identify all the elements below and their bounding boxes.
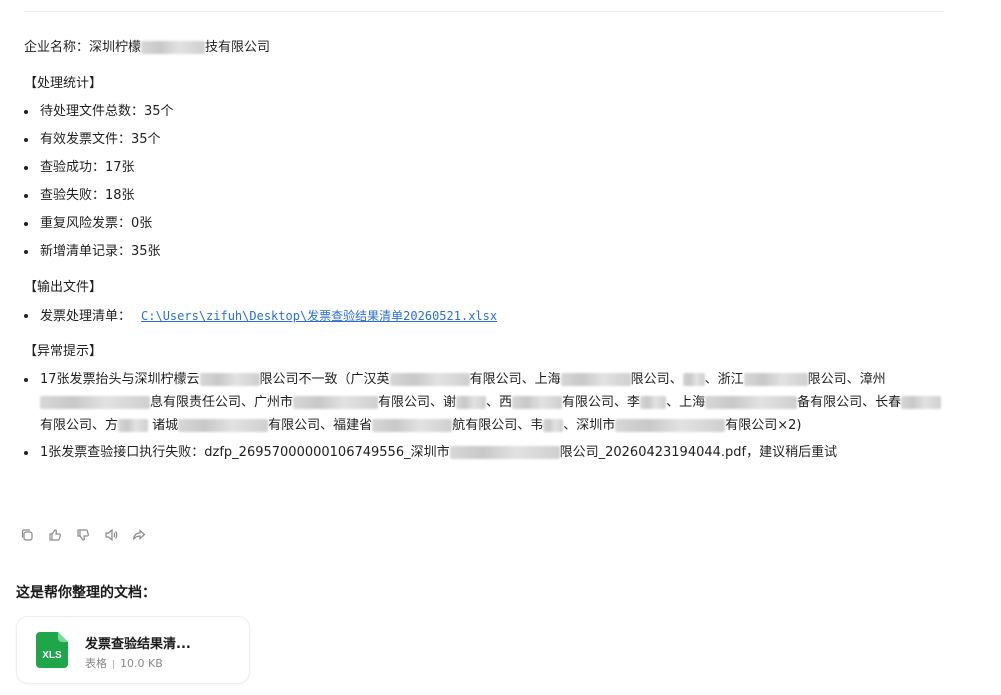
redacted-text [449, 446, 560, 459]
xls-file-icon: XLS [36, 632, 68, 668]
redacted-text [372, 419, 453, 432]
stat-item: 有效发票文件：35个 [24, 126, 954, 154]
redacted-text [682, 373, 705, 386]
file-name: 发票查验结果清... [85, 637, 191, 652]
stat-item: 待处理文件总数：35个 [24, 98, 954, 126]
meta-separator [113, 659, 114, 669]
file-size: 10.0 KB [120, 657, 163, 670]
assistant-message: 企业名称：深圳柠檬 技有限公司 【处理统计】 待处理文件总数：35个 有效发票文件… [24, 34, 954, 467]
redacted-text [512, 396, 563, 409]
documents-heading: 这是帮你整理的文档： [16, 585, 156, 601]
redacted-text [118, 419, 149, 432]
redacted-text [141, 41, 206, 54]
anomaly-item-api-failure: 1张发票查验接口执行失败：dzfp_26957000000106749556_深… [24, 439, 954, 467]
stat-item: 新增清单记录：35张 [24, 238, 954, 266]
redacted-text [743, 373, 808, 386]
redacted-text [199, 373, 260, 386]
redacted-text [901, 396, 942, 409]
stat-item: 重复风险发票：0张 [24, 210, 954, 238]
file-path-link[interactable]: C:\Users\zifuh\Desktop\发票查验结果清单20260521.… [141, 309, 497, 323]
svg-text:XLS: XLS [42, 650, 62, 661]
redacted-text [615, 419, 726, 432]
top-divider [24, 11, 944, 12]
stats-title: 【处理统计】 [24, 76, 103, 91]
redacted-text [389, 373, 470, 386]
thumbs-up-icon[interactable] [46, 526, 64, 544]
redacted-text [543, 419, 564, 432]
message-actions [18, 526, 148, 544]
output-item: 发票处理清单： C:\Users\zifuh\Desktop\发票查验结果清单20… [24, 302, 954, 330]
file-type: 表格 [85, 657, 107, 670]
file-meta: 表格 10.0 KB [85, 655, 163, 671]
output-title: 【输出文件】 [24, 280, 103, 295]
share-icon[interactable] [130, 526, 148, 544]
anomaly-title: 【异常提示】 [24, 344, 103, 359]
file-card[interactable]: XLS 发票查验结果清... 表格 10.0 KB [16, 616, 250, 684]
redacted-text [178, 419, 269, 432]
redacted-text [293, 396, 379, 409]
stat-item: 查验成功：17张 [24, 154, 954, 182]
redacted-text [560, 373, 631, 386]
redacted-text [40, 396, 150, 409]
redacted-text [705, 396, 798, 409]
redacted-text [456, 396, 487, 409]
copy-icon[interactable] [18, 526, 36, 544]
anomaly-item-header-mismatch: 17张发票抬头与深圳柠檬云 限公司不一致（广汉英 有限公司、上海 限公司、 、浙江 限公司… [24, 366, 954, 439]
company-name: 企业名称：深圳柠檬 技有限公司 [24, 40, 271, 55]
redacted-text [640, 396, 667, 409]
thumbs-down-icon[interactable] [74, 526, 92, 544]
speaker-icon[interactable] [102, 526, 120, 544]
stat-item: 查验失败：18张 [24, 182, 954, 210]
